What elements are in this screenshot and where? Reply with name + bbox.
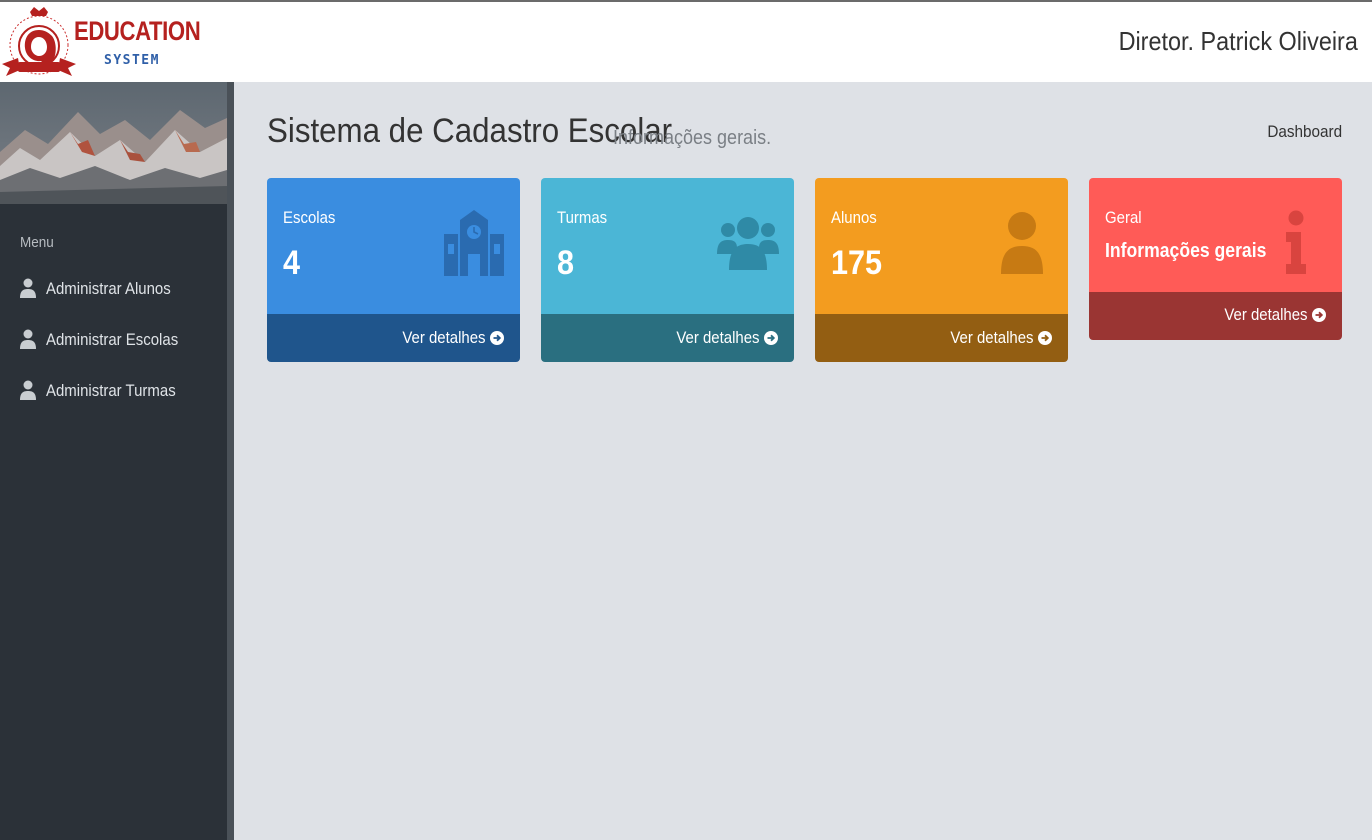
- card-footer-text: Ver detalhes: [1224, 305, 1308, 324]
- user-name[interactable]: Diretor. Patrick Oliveira: [1119, 26, 1358, 57]
- card-label: Turmas: [557, 208, 608, 227]
- card-label: Geral: [1105, 208, 1142, 227]
- user-icon: [20, 380, 36, 400]
- ver-detalhes-escolas-button[interactable]: Ver detalhes: [267, 314, 520, 362]
- stat-card-alunos: Alunos 175 Ver detalhes: [815, 178, 1068, 362]
- sidebar-item-escolas[interactable]: Administrar Escolas: [20, 327, 220, 355]
- sidebar: Menu Administrar Alunos Administrar Esco…: [0, 82, 234, 840]
- sidebar-item-turmas[interactable]: Administrar Turmas: [20, 378, 220, 406]
- school-icon: [444, 210, 504, 276]
- top-bar: EDUCATION SYSTEM Diretor. Patrick Olivei…: [0, 0, 1372, 82]
- card-footer-text: Ver detalhes: [676, 328, 760, 347]
- card-value: 4: [283, 244, 301, 282]
- sidebar-item-label: Administrar Turmas: [46, 381, 176, 400]
- menu-heading: Menu: [20, 234, 54, 251]
- sidebar-banner-image: [0, 82, 227, 204]
- logo[interactable]: EDUCATION SYSTEM: [0, 6, 201, 80]
- users-icon: [717, 217, 779, 270]
- sidebar-item-label: Administrar Alunos: [46, 279, 171, 298]
- arrow-circle-right-icon: [1038, 331, 1052, 345]
- card-label: Alunos: [831, 208, 877, 227]
- page-subtitle: Informações gerais.: [613, 127, 772, 149]
- info-icon: [1286, 210, 1306, 274]
- logo-title: EDUCATION: [74, 16, 201, 46]
- sidebar-item-alunos[interactable]: Administrar Alunos: [20, 276, 220, 304]
- ver-detalhes-turmas-button[interactable]: Ver detalhes: [541, 314, 794, 362]
- mountain-image: [0, 82, 227, 204]
- arrow-circle-right-icon: [764, 331, 778, 345]
- card-label: Escolas: [283, 208, 336, 227]
- logo-emblem-icon: [2, 7, 76, 76]
- stat-card-turmas: Turmas 8 Ver detalhes: [541, 178, 794, 362]
- arrow-circle-right-icon: [490, 331, 504, 345]
- card-footer-text: Ver detalhes: [950, 328, 1034, 347]
- card-value: Informações gerais: [1105, 240, 1267, 262]
- ver-detalhes-alunos-button[interactable]: Ver detalhes: [815, 314, 1068, 362]
- stat-card-escolas: Escolas 4 Ver detalhes: [267, 178, 520, 362]
- page-title-text: Sistema de Cadastro Escolar: [267, 112, 673, 150]
- card-value: 8: [557, 244, 575, 282]
- arrow-circle-right-icon: [1312, 308, 1326, 322]
- stat-card-geral: Geral Informações gerais Ver detalhes: [1089, 178, 1342, 340]
- user-icon: [20, 278, 36, 298]
- card-footer-text: Ver detalhes: [402, 328, 486, 347]
- logo-subtitle: SYSTEM: [104, 53, 160, 68]
- card-value: 175: [831, 244, 883, 282]
- sidebar-item-label: Administrar Escolas: [46, 330, 179, 349]
- ver-detalhes-geral-button[interactable]: Ver detalhes: [1089, 292, 1342, 340]
- user-icon: [20, 329, 36, 349]
- user-icon: [1001, 212, 1043, 274]
- breadcrumb[interactable]: Dashboard: [1267, 122, 1342, 142]
